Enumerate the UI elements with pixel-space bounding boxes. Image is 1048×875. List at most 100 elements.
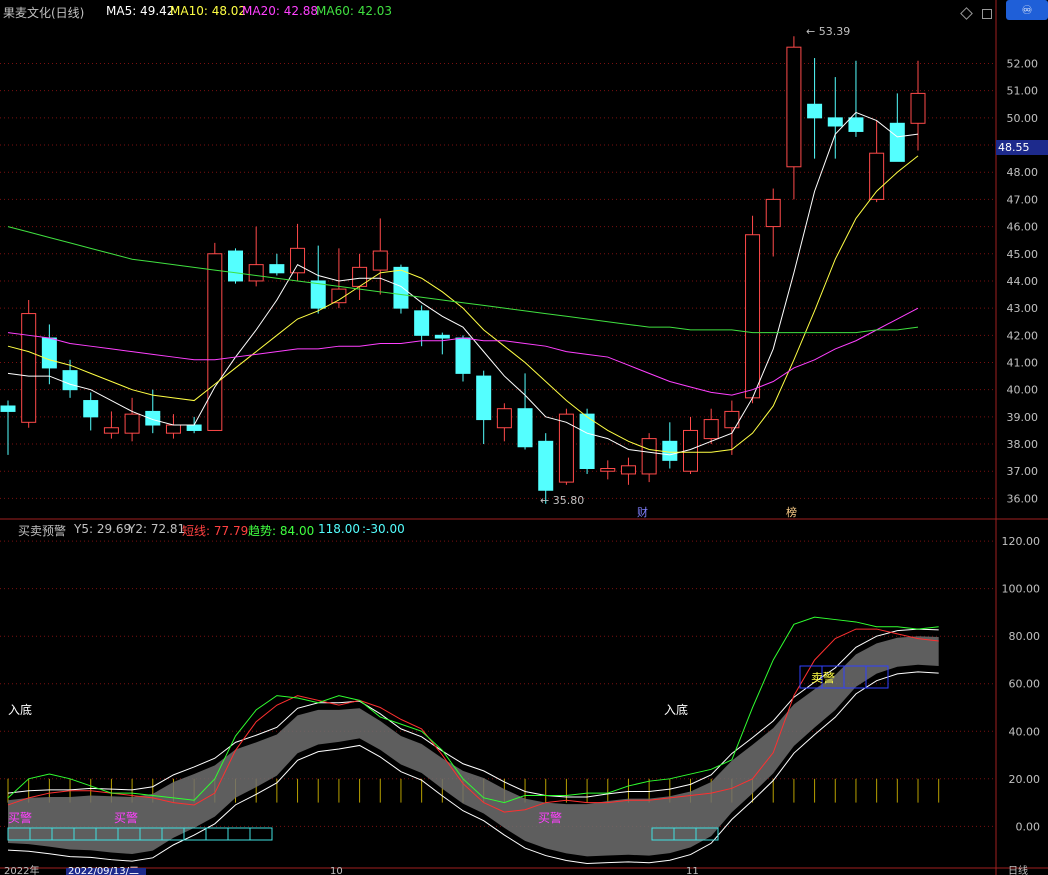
candle-body	[103, 427, 119, 434]
high-annotation: ← 53.39	[806, 25, 850, 38]
price-tick-label: 43.00	[1007, 302, 1039, 315]
buy-cell	[249, 827, 273, 841]
buy-alert-label-1: 买警	[8, 810, 32, 825]
price-tick-label: 48.00	[1007, 166, 1039, 179]
candle-body	[0, 405, 16, 412]
indicator-tick-label: 60.00	[1009, 678, 1041, 691]
indicator-band	[8, 636, 939, 857]
price-tick-label: 44.00	[1007, 275, 1039, 288]
candle-body	[124, 413, 140, 434]
indicator-y5: Y5: 29.69	[74, 522, 132, 536]
candle-body	[41, 337, 57, 369]
candle-body	[476, 375, 492, 421]
header-ma10: MA10: 48.02	[170, 4, 247, 18]
indicator-tick-label: 20.00	[1009, 773, 1041, 786]
candle-body	[455, 337, 471, 374]
price-tick-label: 37.00	[1007, 465, 1039, 478]
candle-body	[765, 198, 781, 228]
candle-body	[207, 253, 223, 431]
price-tick-label: 51.00	[1007, 85, 1039, 98]
candle-body	[786, 46, 802, 168]
price-tick-label: 47.00	[1007, 193, 1039, 206]
ru-di-label-1: 入底	[8, 702, 32, 717]
candle-body	[889, 122, 905, 162]
candle-body	[538, 440, 554, 491]
bang-marker: 榜	[786, 505, 797, 519]
indicator-tick-label: 120.00	[1002, 535, 1041, 548]
square-icon[interactable]	[982, 9, 992, 19]
candle-body	[372, 250, 388, 271]
candle-body	[145, 410, 161, 426]
indicator-tick-label: 40.00	[1009, 725, 1041, 738]
candle-body	[807, 103, 823, 119]
indicator-tick-label: 0.00	[1016, 820, 1041, 833]
candle-body	[393, 266, 409, 309]
header-ma20: MA20: 42.88	[242, 4, 319, 18]
candle-body	[228, 250, 243, 282]
candle-body	[248, 264, 264, 282]
candle-body	[662, 440, 678, 461]
candle-body	[434, 334, 450, 339]
price-tick-label: 39.00	[1007, 411, 1039, 424]
price-tick-label: 52.00	[1007, 57, 1039, 70]
candle-body	[186, 424, 202, 431]
candle-body	[414, 310, 430, 336]
price-tick-label: 42.00	[1007, 329, 1039, 342]
indicator-tick-label: 80.00	[1009, 630, 1041, 643]
axis-year-label: 2022年	[4, 864, 39, 875]
buy-cell	[205, 827, 229, 841]
price-tick-label: 50.00	[1007, 112, 1039, 125]
candle-body	[620, 465, 636, 475]
price-tick-label: 36.00	[1007, 492, 1039, 505]
candle-body	[269, 264, 285, 274]
candle-body	[641, 438, 657, 475]
candle-body	[703, 419, 719, 440]
indicator-neg30: :-30.00	[362, 522, 405, 536]
header-ma60: MA60: 42.03	[316, 4, 393, 18]
buy-cell	[227, 827, 251, 841]
low-annotation: ← 35.80	[540, 494, 584, 507]
app-logo-icon[interactable]: ♾	[1006, 0, 1048, 20]
price-tick-label: 38.00	[1007, 438, 1039, 451]
current-price-tag: 48.55	[996, 140, 1048, 155]
indicator-tick-label: 100.00	[1002, 583, 1041, 596]
cai-marker: 财	[637, 505, 648, 519]
axis-period-label: 日线	[1008, 864, 1028, 875]
candle-body	[600, 468, 616, 472]
candle-body	[310, 280, 326, 309]
candle-body	[517, 408, 533, 448]
price-tick-label: 40.00	[1007, 384, 1039, 397]
ma-line-ma5	[7, 111, 919, 456]
candle-body	[910, 92, 926, 124]
candle-body	[579, 413, 595, 470]
candle-body	[331, 288, 347, 304]
price-tick-label: 41.00	[1007, 356, 1039, 369]
ru-di-label-2: 入底	[664, 702, 688, 717]
candle-body	[496, 408, 512, 429]
indicator-y2: Y2: 72.81	[128, 522, 186, 536]
kline-chart[interactable]: 36.00 37.00 38.00 39.00 40.00 41.00 42.00 43.00…	[0, 0, 1048, 875]
axis-month-10: 10	[330, 866, 343, 875]
header-stock-name: 果麦文化(日线)	[3, 6, 85, 20]
candle-body	[21, 313, 37, 423]
candle-body	[848, 117, 864, 132]
indicator-name: 买卖预警	[18, 524, 67, 538]
buy-alert-label-2: 买警	[114, 810, 138, 825]
candle-body	[290, 247, 306, 274]
candle-body	[83, 400, 99, 418]
candle-body	[62, 370, 78, 391]
header-ma5: MA5: 49.42	[106, 4, 175, 18]
sell-alert-label: 卖警	[811, 670, 835, 685]
ma-line-ma10	[7, 155, 919, 453]
indicator-trend: 趋势: 84.00	[248, 524, 315, 538]
indicator-118: 118.00	[318, 522, 360, 536]
candle-body	[869, 152, 885, 200]
price-tick-label: 45.00	[1007, 248, 1039, 261]
candle-body	[745, 234, 761, 399]
price-tick-label: 46.00	[1007, 221, 1039, 234]
candle-body	[827, 117, 843, 127]
axis-month-11: 11	[686, 866, 699, 875]
buy-alert-label-3: 买警	[538, 810, 562, 825]
candle-body	[165, 424, 181, 434]
indicator-short: 短线: 77.79	[182, 524, 249, 538]
